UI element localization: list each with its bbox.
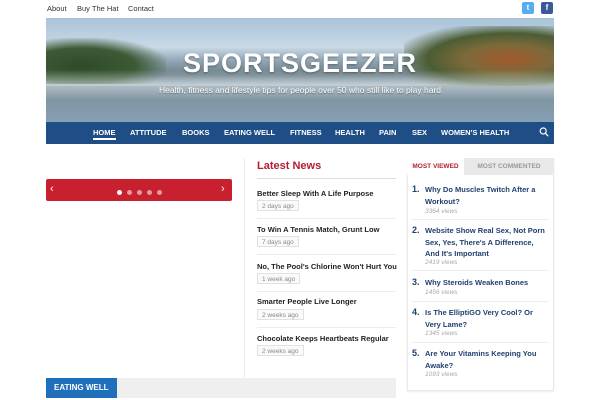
slider-dot[interactable] bbox=[117, 190, 122, 195]
popular-item-number: 3. bbox=[412, 277, 420, 287]
popular-item-views: 1093 views bbox=[425, 371, 458, 378]
latest-news-rule bbox=[257, 178, 396, 179]
column-divider bbox=[244, 158, 245, 383]
slider-dot[interactable] bbox=[157, 190, 162, 195]
main-nav: HOME ATTITUDE BOOKS EATING WELL FITNESS … bbox=[46, 122, 554, 144]
nav-item-eating-well[interactable]: EATING WELL bbox=[224, 128, 275, 137]
top-nav-buy-the-hat[interactable]: Buy The Hat bbox=[77, 4, 119, 13]
popular-divider bbox=[411, 270, 549, 271]
news-divider bbox=[257, 291, 396, 292]
news-item-title[interactable]: No, The Pool's Chlorine Won't Hurt You bbox=[257, 262, 397, 271]
popular-item-number: 4. bbox=[412, 307, 420, 317]
popular-item-views: 1345 views bbox=[425, 330, 458, 337]
news-divider bbox=[257, 327, 396, 328]
nav-item-fitness[interactable]: FITNESS bbox=[290, 128, 322, 137]
nav-item-home[interactable]: HOME bbox=[93, 128, 116, 140]
news-divider bbox=[257, 254, 396, 255]
search-icon[interactable] bbox=[539, 126, 549, 138]
section-label-eating-well[interactable]: EATING WELL bbox=[46, 378, 117, 398]
popular-item-title[interactable]: Why Steroids Weaken Bones bbox=[425, 277, 550, 289]
top-nav-about[interactable]: About bbox=[47, 4, 67, 13]
news-item-title[interactable]: Better Sleep With A Life Purpose bbox=[257, 189, 373, 198]
popular-item-number: 1. bbox=[412, 184, 420, 194]
facebook-icon[interactable]: f bbox=[541, 2, 553, 14]
twitter-icon[interactable]: t bbox=[522, 2, 534, 14]
news-item-title[interactable]: Chocolate Keeps Heartbeats Regular bbox=[257, 334, 389, 343]
featured-slider: ‹ › bbox=[46, 179, 232, 201]
popular-divider bbox=[411, 219, 549, 220]
popular-divider bbox=[411, 301, 549, 302]
nav-item-attitude[interactable]: ATTITUDE bbox=[130, 128, 167, 137]
site-title[interactable]: SPORTSGEEZER bbox=[46, 48, 554, 79]
popular-item-views: 3364 views bbox=[425, 208, 458, 215]
top-bar: About Buy The Hat Contact t f bbox=[0, 0, 600, 18]
popular-divider bbox=[411, 342, 549, 343]
popular-item-title[interactable]: Is The ElliptiGO Very Cool? Or Very Lame… bbox=[425, 307, 550, 330]
nav-item-womens-health[interactable]: WOMEN'S HEALTH bbox=[441, 128, 509, 137]
nav-item-sex[interactable]: SEX bbox=[412, 128, 427, 137]
nav-item-books[interactable]: BOOKS bbox=[182, 128, 210, 137]
slider-dot[interactable] bbox=[137, 190, 142, 195]
popular-item-views: 2419 views bbox=[425, 259, 458, 266]
nav-item-health[interactable]: HEALTH bbox=[335, 128, 365, 137]
tab-most-viewed[interactable]: MOST VIEWED bbox=[407, 158, 464, 175]
site-tagline: Health, fitness and lifestyle tips for p… bbox=[158, 85, 442, 95]
news-item-date: 7 days ago bbox=[257, 236, 299, 247]
popular-item-views: 1456 views bbox=[425, 289, 458, 296]
news-item-title[interactable]: To Win A Tennis Match, Grunt Low bbox=[257, 225, 379, 234]
tab-most-commented[interactable]: MOST COMMENTED bbox=[464, 158, 554, 175]
nav-item-pain[interactable]: PAIN bbox=[379, 128, 396, 137]
popular-item-title[interactable]: Website Show Real Sex, Not Porn Sex, Yes… bbox=[425, 225, 550, 260]
popular-item-title[interactable]: Are Your Vitamins Keeping You Awake? bbox=[425, 348, 550, 371]
news-divider bbox=[257, 218, 396, 219]
popular-item-title[interactable]: Why Do Muscles Twitch After a Workout? bbox=[425, 184, 550, 207]
popular-item-number: 5. bbox=[412, 348, 420, 358]
news-item-title[interactable]: Smarter People Live Longer bbox=[257, 297, 357, 306]
news-item-date: 1 week ago bbox=[257, 273, 301, 284]
slider-prev-icon[interactable]: ‹ bbox=[50, 183, 54, 195]
top-nav-contact[interactable]: Contact bbox=[128, 4, 154, 13]
news-item-date: 2 weeks ago bbox=[257, 309, 304, 320]
news-item-date: 2 days ago bbox=[257, 200, 299, 211]
latest-news-heading: Latest News bbox=[257, 160, 322, 172]
popular-item-number: 2. bbox=[412, 225, 420, 235]
news-item-date: 2 weeks ago bbox=[257, 345, 304, 356]
header-banner: SPORTSGEEZER Health, fitness and lifesty… bbox=[46, 18, 554, 122]
slider-dot[interactable] bbox=[147, 190, 152, 195]
slider-dot[interactable] bbox=[127, 190, 132, 195]
slider-next-icon[interactable]: › bbox=[221, 183, 225, 195]
